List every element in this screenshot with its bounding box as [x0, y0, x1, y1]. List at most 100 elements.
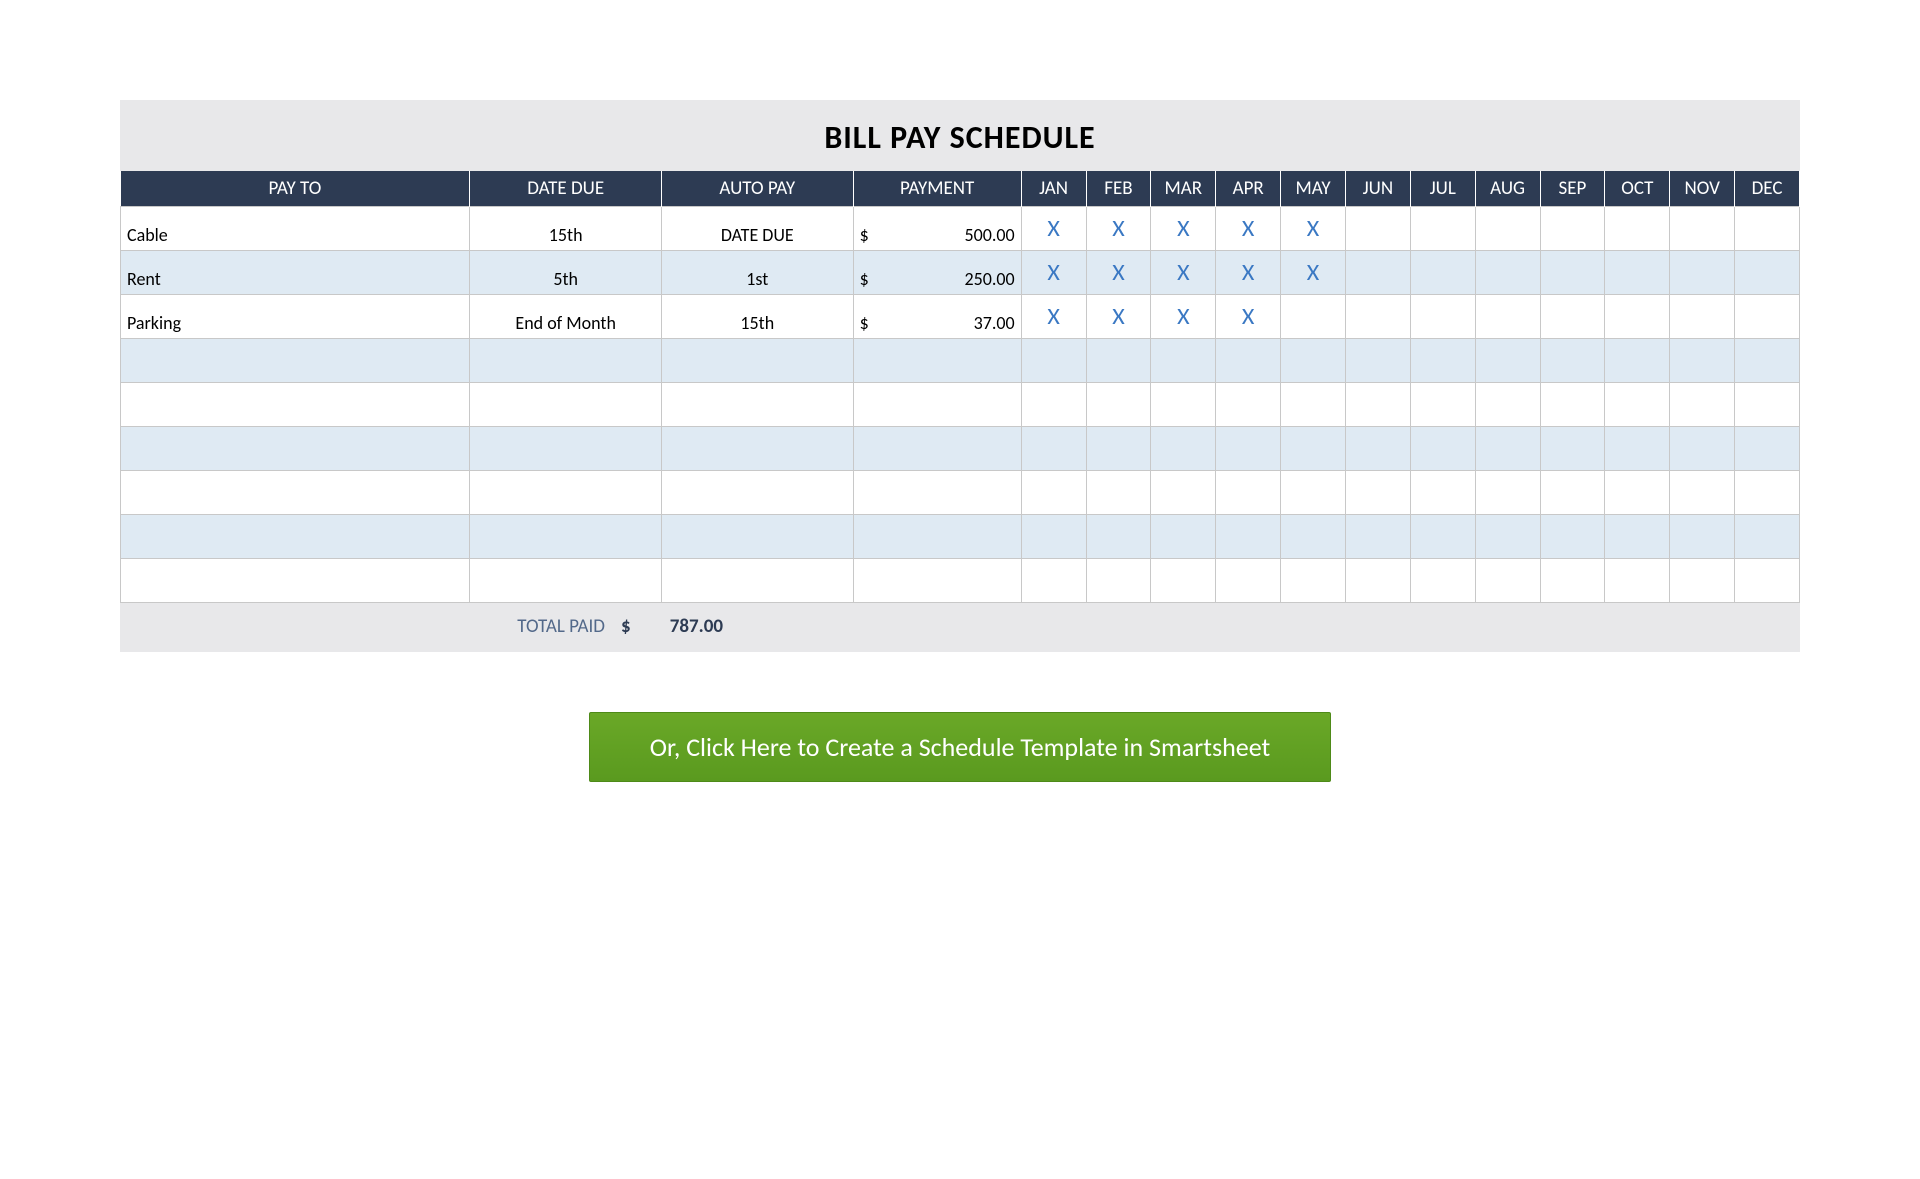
cell-payment[interactable] [853, 471, 1021, 515]
cell-month[interactable] [1410, 207, 1475, 251]
cell-month[interactable] [1086, 339, 1151, 383]
cell-month[interactable] [1410, 515, 1475, 559]
cell-month[interactable] [1735, 339, 1800, 383]
cell-month[interactable] [1540, 515, 1605, 559]
cell-payto[interactable] [121, 559, 470, 603]
create-in-smartsheet-button[interactable]: Or, Click Here to Create a Schedule Temp… [589, 712, 1331, 782]
cell-month[interactable] [1021, 339, 1086, 383]
cell-autopay[interactable]: 1st [661, 251, 853, 295]
cell-month[interactable] [1540, 559, 1605, 603]
cell-month[interactable] [1735, 251, 1800, 295]
cell-month[interactable] [1735, 427, 1800, 471]
cell-month[interactable] [1605, 515, 1670, 559]
cell-month[interactable] [1216, 559, 1281, 603]
cell-month[interactable] [1475, 339, 1540, 383]
cell-payto[interactable] [121, 515, 470, 559]
cell-datedue[interactable] [470, 559, 662, 603]
cell-month[interactable] [1475, 427, 1540, 471]
cell-month[interactable] [1475, 295, 1540, 339]
cell-month[interactable] [1216, 383, 1281, 427]
cell-month[interactable] [1086, 427, 1151, 471]
cell-month[interactable] [1410, 427, 1475, 471]
cell-month[interactable]: X [1151, 207, 1216, 251]
cell-month[interactable] [1345, 471, 1410, 515]
cell-month[interactable] [1475, 251, 1540, 295]
cell-month[interactable] [1735, 207, 1800, 251]
cell-month[interactable]: X [1021, 207, 1086, 251]
cell-month[interactable] [1475, 471, 1540, 515]
cell-month[interactable]: X [1216, 295, 1281, 339]
cell-datedue[interactable] [470, 339, 662, 383]
cell-month[interactable] [1410, 471, 1475, 515]
cell-month[interactable] [1345, 427, 1410, 471]
cell-month[interactable] [1540, 383, 1605, 427]
cell-autopay[interactable] [661, 559, 853, 603]
cell-payment[interactable]: $500.00 [853, 207, 1021, 251]
cell-month[interactable]: X [1021, 251, 1086, 295]
cell-month[interactable] [1540, 251, 1605, 295]
cell-month[interactable] [1605, 383, 1670, 427]
cell-month[interactable] [1345, 559, 1410, 603]
cell-month[interactable] [1735, 383, 1800, 427]
cell-month[interactable] [1345, 207, 1410, 251]
cell-month[interactable] [1540, 339, 1605, 383]
cell-month[interactable]: X [1281, 251, 1346, 295]
cell-month[interactable] [1151, 471, 1216, 515]
cell-datedue[interactable] [470, 383, 662, 427]
cell-autopay[interactable] [661, 383, 853, 427]
cell-payto[interactable] [121, 339, 470, 383]
cell-month[interactable] [1605, 251, 1670, 295]
cell-month[interactable] [1410, 295, 1475, 339]
cell-month[interactable] [1540, 471, 1605, 515]
cell-month[interactable]: X [1086, 295, 1151, 339]
cell-month[interactable] [1670, 295, 1735, 339]
cell-payment[interactable] [853, 515, 1021, 559]
cell-month[interactable] [1345, 251, 1410, 295]
cell-payment[interactable] [853, 427, 1021, 471]
cell-month[interactable] [1670, 339, 1735, 383]
cell-month[interactable] [1086, 383, 1151, 427]
cell-month[interactable] [1151, 559, 1216, 603]
cell-month[interactable] [1670, 383, 1735, 427]
cell-month[interactable] [1475, 515, 1540, 559]
cell-datedue[interactable] [470, 515, 662, 559]
cell-month[interactable] [1151, 339, 1216, 383]
cell-month[interactable] [1281, 339, 1346, 383]
cell-month[interactable] [1151, 515, 1216, 559]
cell-month[interactable] [1345, 339, 1410, 383]
cell-month[interactable] [1605, 339, 1670, 383]
cell-month[interactable]: X [1151, 251, 1216, 295]
cell-payment[interactable]: $37.00 [853, 295, 1021, 339]
cell-payment[interactable] [853, 559, 1021, 603]
cell-month[interactable] [1475, 383, 1540, 427]
cell-month[interactable] [1605, 427, 1670, 471]
cell-month[interactable] [1670, 515, 1735, 559]
cell-payto[interactable]: Parking [121, 295, 470, 339]
cell-datedue[interactable]: 15th [470, 207, 662, 251]
cell-month[interactable]: X [1216, 251, 1281, 295]
cell-payment[interactable]: $250.00 [853, 251, 1021, 295]
cell-month[interactable]: X [1086, 251, 1151, 295]
cell-payto[interactable] [121, 427, 470, 471]
cell-month[interactable] [1021, 471, 1086, 515]
cell-month[interactable] [1605, 559, 1670, 603]
cell-month[interactable] [1540, 207, 1605, 251]
cell-month[interactable] [1475, 207, 1540, 251]
cell-month[interactable] [1605, 207, 1670, 251]
cell-month[interactable] [1605, 295, 1670, 339]
cell-payto[interactable]: Rent [121, 251, 470, 295]
cell-month[interactable] [1281, 471, 1346, 515]
cell-payto[interactable]: Cable [121, 207, 470, 251]
cell-payment[interactable] [853, 383, 1021, 427]
cell-month[interactable] [1086, 559, 1151, 603]
cell-month[interactable] [1670, 559, 1735, 603]
cell-month[interactable] [1021, 559, 1086, 603]
cell-payment[interactable] [853, 339, 1021, 383]
cell-month[interactable]: X [1281, 207, 1346, 251]
cell-autopay[interactable]: DATE DUE [661, 207, 853, 251]
cell-month[interactable] [1151, 383, 1216, 427]
cell-month[interactable] [1216, 515, 1281, 559]
cell-datedue[interactable] [470, 427, 662, 471]
cell-month[interactable] [1281, 427, 1346, 471]
cell-month[interactable]: X [1086, 207, 1151, 251]
